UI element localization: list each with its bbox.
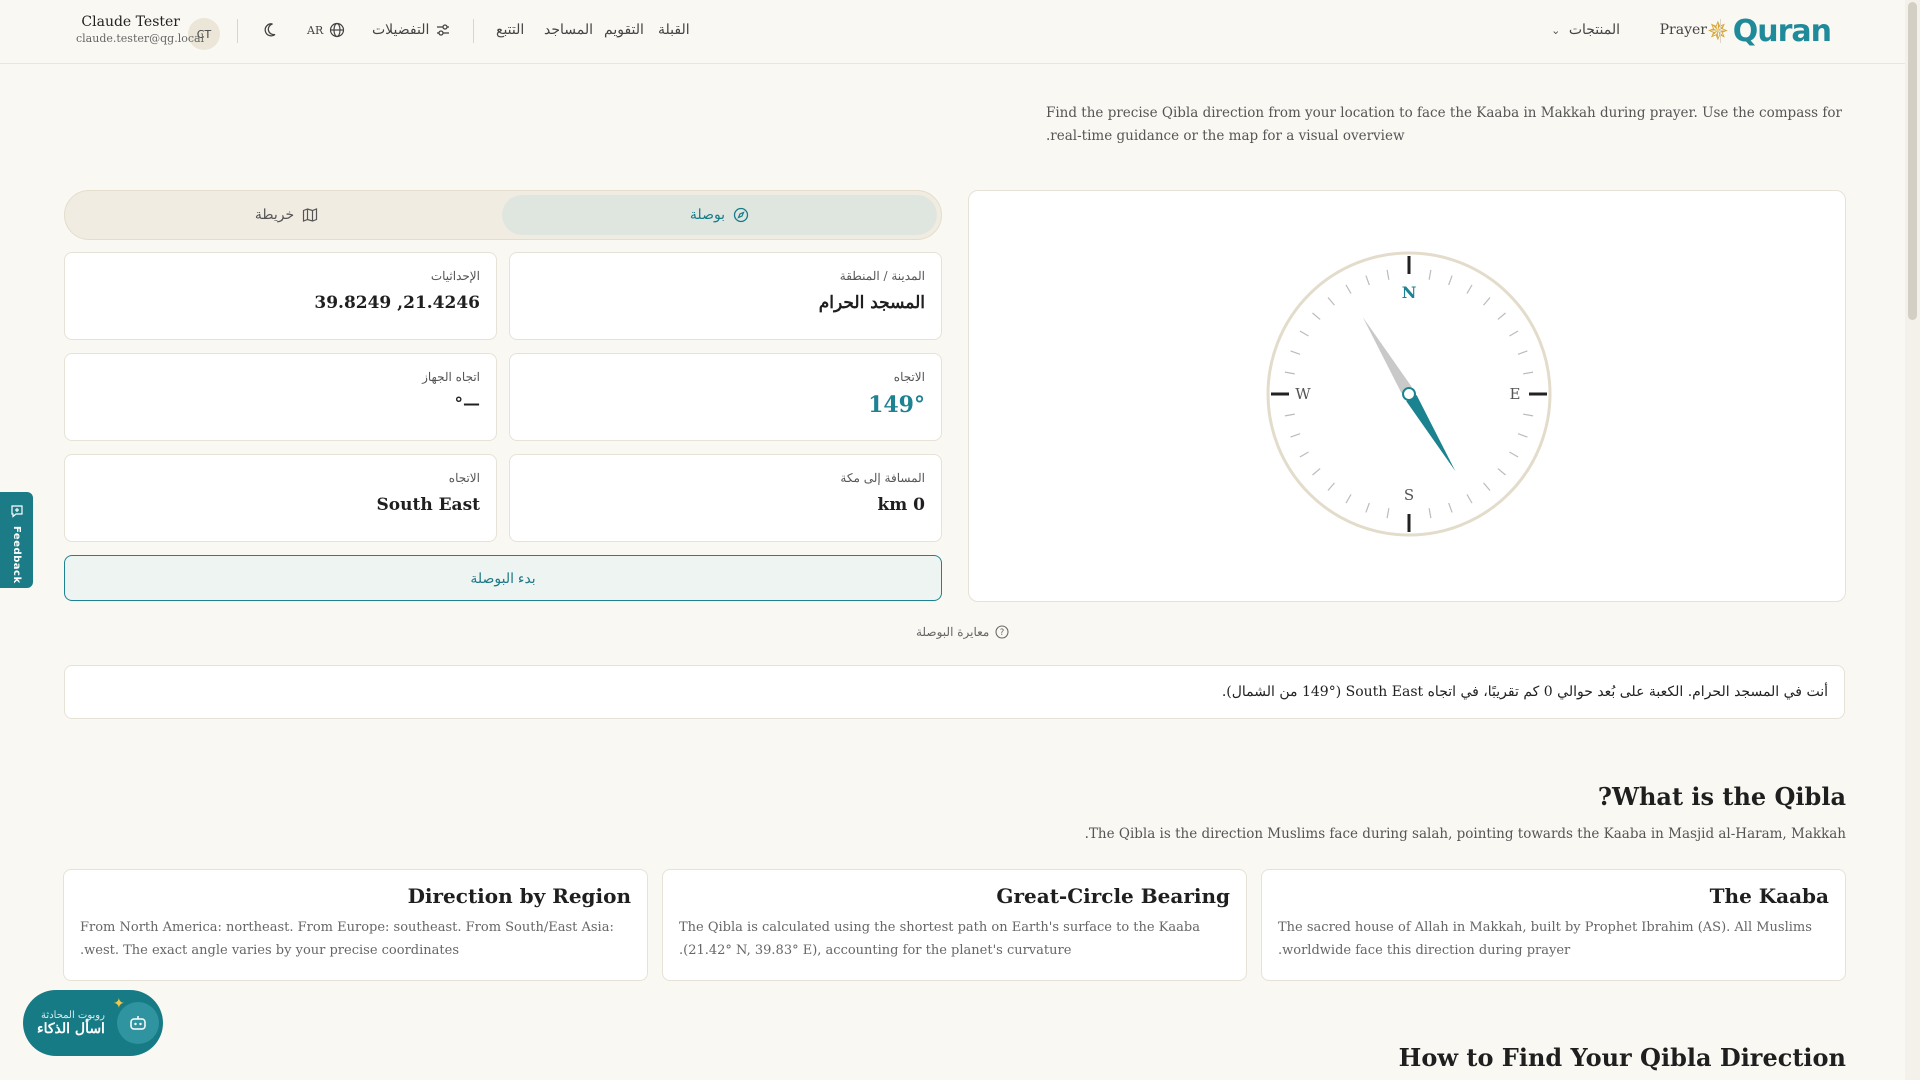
direction-label: الاتجاه [893, 370, 925, 384]
compass-icon [733, 207, 749, 223]
chevron-down-icon: ⌄ [1551, 24, 1561, 37]
feature-card-region: Direction by Region From North America: … [63, 869, 648, 981]
tab-map[interactable]: خريطة [69, 195, 504, 235]
compass-west-label: W [1295, 385, 1311, 403]
help-circle-icon: ? [995, 625, 1009, 639]
message-plus-icon [10, 505, 23, 518]
calibrate-compass-link[interactable]: ? معايرة البوصلة [916, 625, 1009, 639]
preferences-button[interactable]: التفضيلات [372, 22, 451, 38]
calibrate-label: معايرة البوصلة [916, 625, 990, 639]
logo-star-icon: ✵ [1706, 17, 1729, 47]
scrollbar-thumb[interactable] [1908, 2, 1917, 320]
feature-card-bearing: Great-Circle Bearing The Qibla is calcul… [662, 869, 1247, 981]
nav-prayer[interactable]: Prayer [1660, 22, 1707, 38]
feature-title: Direction by Region [407, 884, 631, 908]
compass-north-label: N [1402, 283, 1417, 302]
compass-dial: N E S W [1266, 251, 1552, 537]
feature-card-kaaba: The Kaaba The sacred house of Allah in M… [1261, 869, 1846, 981]
header-divider [473, 19, 474, 43]
page-scrollbar[interactable] [1905, 0, 1920, 1080]
intro-text: Find the precise Qibla direction from yo… [1046, 105, 1842, 144]
tab-compass-label: بوصلة [689, 207, 726, 223]
ai-chat-caption: روبوت المحادثة [41, 1009, 105, 1021]
feature-text: The Qibla is calculated using the shorte… [679, 920, 1200, 958]
heading-label: الاتجاه [448, 471, 480, 485]
nav-calendar[interactable]: التقويم [604, 22, 644, 38]
feature-title: Great-Circle Bearing [996, 884, 1230, 908]
tab-compass[interactable]: بوصلة [502, 195, 937, 235]
nav-products-label: المنتجات [1568, 22, 1620, 38]
svg-text:?: ? [1000, 628, 1005, 638]
feedback-tab[interactable]: Feedback [0, 492, 33, 588]
device-heading-label: اتجاه الجهاز [422, 370, 480, 384]
how-to-heading: How to Find Your Qibla Direction [1398, 1043, 1846, 1072]
ai-chat-button[interactable]: ✦ روبوت المحادثة اسأل الذكاء [23, 990, 163, 1056]
logo[interactable]: Quran ✵ [1706, 14, 1832, 50]
distance-label: المسافة إلى مكة [840, 471, 925, 485]
map-icon [303, 208, 318, 222]
preferences-label: التفضيلات [372, 22, 430, 38]
user-name: Claude Tester [81, 14, 180, 30]
header-divider [237, 19, 238, 43]
language-switch[interactable]: AR [307, 22, 345, 38]
distance-card: المسافة إلى مكة 0 km [509, 454, 942, 542]
sparkle-icon: ✦ [112, 996, 125, 1012]
compass-south-label: S [1404, 486, 1414, 504]
what-is-qibla-subtitle: The Qibla is the direction Muslims face … [1084, 826, 1846, 842]
qibla-summary-text: أنت في المسجد الحرام. الكعبة على بُعد حو… [1221, 684, 1828, 700]
city-card: المدينة / المنطقة المسجد الحرام [509, 252, 942, 340]
city-value: المسجد الحرام [818, 293, 925, 313]
ai-bot-badge: ✦ [113, 996, 159, 1044]
sliders-icon [437, 24, 450, 36]
tab-map-label: خريطة [254, 207, 295, 223]
compass-east-label: E [1510, 385, 1521, 403]
user-info[interactable]: Claude Tester claude.tester@qg.local [76, 14, 205, 45]
user-email: claude.tester@qg.local [76, 32, 205, 45]
nav-mosques[interactable]: المساجد [544, 22, 593, 38]
logo-text: Quran [1732, 14, 1832, 49]
device-heading-value: —° [454, 394, 481, 414]
header-divider [1720, 19, 1721, 43]
coords-card: الإحداثيات 21.4246, 39.8249 [64, 252, 497, 340]
view-tabs: بوصلة خريطة [64, 190, 942, 240]
dark-mode-toggle[interactable] [264, 22, 280, 38]
nav-tracker[interactable]: التتبع [496, 22, 524, 38]
start-compass-button[interactable]: بدء البوصلة [64, 555, 942, 601]
distance-value: 0 km [877, 495, 925, 515]
feature-title: The Kaaba [1709, 884, 1829, 908]
city-label: المدينة / المنطقة [839, 269, 925, 283]
feature-text: From North America: northeast. From Euro… [80, 920, 614, 958]
coords-label: الإحداثيات [430, 269, 480, 283]
ai-chat-text: روبوت المحادثة اسأل الذكاء [37, 1010, 105, 1037]
language-label: AR [307, 23, 324, 37]
feature-text: The sacred house of Allah in Makkah, bui… [1278, 920, 1812, 958]
coords-value: 21.4246, 39.8249 [314, 293, 480, 313]
qibla-summary: أنت في المسجد الحرام. الكعبة على بُعد حو… [64, 665, 1845, 719]
nav-qibla[interactable]: القبلة [658, 22, 690, 38]
what-is-qibla-heading: What is the Qibla? [1597, 782, 1846, 811]
direction-card: الاتجاه 149° [509, 353, 942, 441]
globe-icon [330, 22, 345, 38]
device-heading-card: اتجاه الجهاز —° [64, 353, 497, 441]
feedback-label: Feedback [11, 526, 22, 584]
compass-card: N E S W [968, 190, 1846, 602]
direction-value: 149° [868, 392, 925, 418]
moon-icon [264, 23, 276, 37]
nav-products[interactable]: المنتجات ⌄ [1551, 22, 1620, 38]
top-navbar: Quran ✵ Prayer المنتجات ⌄ القبلة التقويم… [0, 0, 1905, 64]
bot-icon [130, 1016, 146, 1030]
heading-card: الاتجاه South East [64, 454, 497, 542]
heading-value: South East [376, 495, 480, 515]
ai-chat-label: اسأل الذكاء [37, 1020, 105, 1037]
